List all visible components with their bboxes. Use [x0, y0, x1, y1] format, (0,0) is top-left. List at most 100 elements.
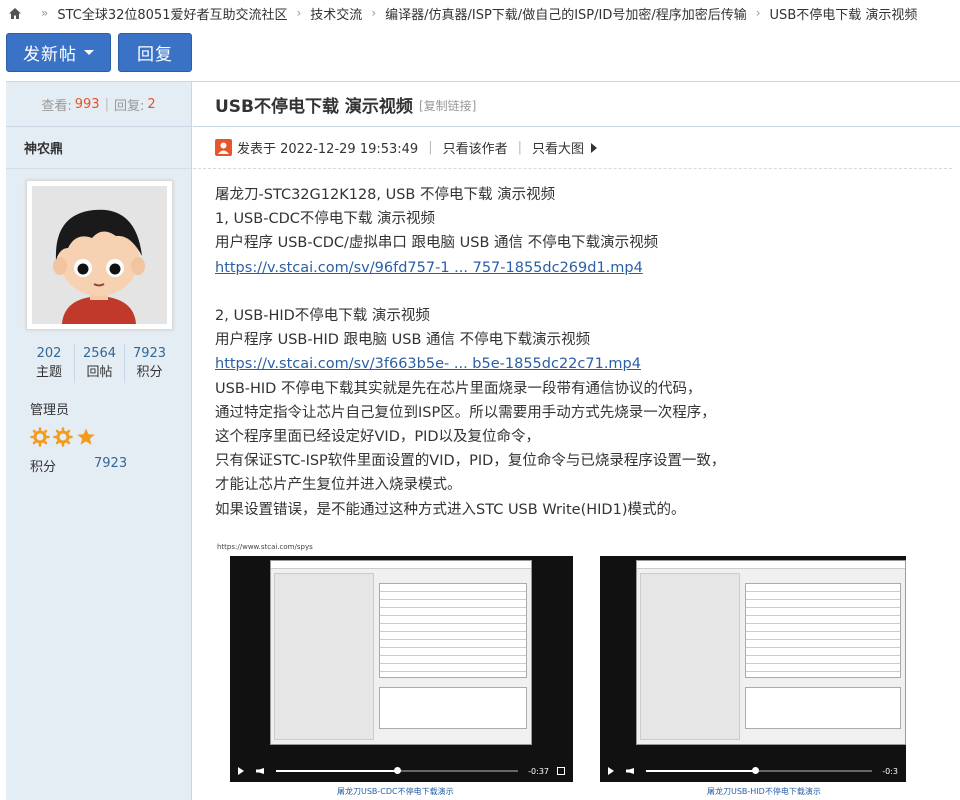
post-time: 发表于 2022-12-29 19:53:49 [237, 142, 419, 157]
avatar-image [32, 186, 167, 324]
avatar[interactable] [26, 180, 173, 330]
stat-label: 积分 [136, 365, 163, 380]
author-credits: 积分 7923 [30, 456, 191, 475]
stat-value: 202 [36, 346, 62, 361]
reply-button[interactable]: 回复 [118, 32, 192, 72]
isp-window [270, 560, 532, 745]
isp-settings-panel [640, 573, 740, 740]
post-line: 屠龙刀-STC32G12K128, USB 不停电下载 演示视频 [215, 187, 556, 203]
post-content: 屠龙刀-STC32G12K128, USB 不停电下载 演示视频 1, USB-… [193, 169, 960, 522]
author-name[interactable]: 神农鼎 [6, 127, 191, 169]
copy-link-button[interactable]: [复制链接] [419, 97, 476, 114]
video-player-hid[interactable]: -0:3 [600, 556, 906, 782]
isp-window-titlebar [637, 561, 905, 569]
seek-knob[interactable] [394, 767, 402, 774]
seek-knob[interactable] [751, 767, 759, 774]
views-count: 993 [74, 96, 100, 112]
sun-icon [53, 427, 73, 447]
star-icon [77, 428, 95, 445]
views-label: 查看: [41, 98, 72, 114]
seek-fill [646, 770, 755, 772]
stats-divider: | [104, 96, 109, 112]
meta-divider: | [428, 140, 433, 155]
video-controls: -0:37 [230, 760, 573, 782]
stat-value: 7923 [132, 346, 167, 361]
volume-icon[interactable] [256, 768, 264, 774]
post-line: 只有保证STC-ISP软件里面设置的VID，PID，复位命令与已烧录程序设置一致… [215, 453, 726, 470]
seek-bar[interactable] [646, 767, 873, 774]
breadcrumb-separator: › [755, 6, 761, 20]
post-meta: 发表于 2022-12-29 19:53:49 | 只看该作者 | 只看大图 [193, 127, 952, 169]
play-icon[interactable] [238, 767, 244, 775]
video-link-cdc[interactable]: https://v.stcai.com/sv/96fd757-1 ... 757… [215, 260, 643, 276]
author-stats: 202 主题 2564 回帖 7923 积分 [6, 344, 191, 383]
video-caption-cdc[interactable]: 屠龙刀USB-CDC不停电下载演示 [337, 786, 454, 797]
video-time: -0:3 [882, 766, 898, 776]
home-icon[interactable] [8, 7, 22, 20]
only-author-link[interactable]: 只看该作者 [443, 138, 508, 157]
post-line: 2, USB-HID不停电下载 演示视频 [215, 308, 430, 324]
reply-label: 回复 [137, 44, 173, 65]
fullscreen-icon[interactable] [557, 767, 565, 775]
rank-icons [30, 427, 191, 447]
breadcrumb-separator: › [296, 6, 302, 20]
stat-posts[interactable]: 2564 回帖 [74, 344, 124, 383]
isp-window-titlebar [271, 561, 531, 569]
thread-title: USB不停电下载 演示视频 [215, 96, 413, 117]
isp-hex-grid [379, 583, 527, 678]
video-link-hid[interactable]: https://v.stcai.com/sv/3f663b5e- ... b5e… [215, 356, 641, 372]
author-role[interactable]: 管理员 [30, 399, 191, 418]
breadcrumb-subforum[interactable]: 编译器/仿真器/ISP下载/做自己的ISP/ID号加密/程序加密后传输 [385, 4, 747, 23]
thread-title-row: USB不停电下载 演示视频 [复制链接] [193, 82, 960, 127]
isp-settings-panel [274, 573, 374, 740]
post-line: 才能让芯片产生复位并进入烧录模式。 [215, 477, 462, 494]
play-icon[interactable] [608, 767, 614, 775]
credits-label: 积分 [30, 460, 57, 475]
new-post-button[interactable]: 发新帖 [6, 32, 111, 72]
meta-divider: | [517, 140, 522, 155]
new-post-label: 发新帖 [23, 44, 77, 65]
post-line: 这个程序里面已经设定好VID，PID以及复位命令， [215, 429, 541, 446]
replies-count: 2 [147, 96, 156, 112]
big-image-link[interactable]: 只看大图 [532, 138, 584, 157]
video-controls: -0:3 [600, 760, 906, 782]
post-main: USB不停电下载 演示视频 [复制链接] 发表于 2022-12-29 19:5… [193, 82, 960, 800]
isp-log [379, 687, 527, 729]
post-line: 用户程序 USB-HID 跟电脑 USB 通信 不停电下载演示视频 [215, 332, 591, 349]
author-sidebar: 查看: 993 | 回复: 2 神农鼎 202 主题 2564 回帖 7923 … [6, 82, 192, 800]
post-line: 1, USB-CDC不停电下载 演示视频 [215, 211, 435, 228]
credits-value: 7923 [94, 456, 128, 471]
replies-label: 回复: [113, 98, 145, 114]
post-line: 通过特定指令让芯片自己复位到ISP区。所以需要用手动方式先烧录一次程序， [215, 404, 716, 421]
breadcrumb-thread[interactable]: USB不停电下载 演示视频 [770, 4, 918, 23]
post-attachment-image[interactable]: https://www.stcai.com/spys -0:37 -0:3 屠龙… [215, 543, 906, 800]
breadcrumb-forum[interactable]: STC全球32位8051爱好者互助交流社区 [57, 4, 287, 23]
thread-toolbar: 发新帖 回复 [0, 26, 960, 78]
online-status-icon [215, 139, 232, 156]
stat-label: 主题 [35, 365, 62, 380]
stat-credits[interactable]: 7923 积分 [124, 344, 174, 383]
seek-fill [276, 770, 398, 772]
thread-stats: 查看: 993 | 回复: 2 [6, 82, 191, 127]
stat-topics[interactable]: 202 主题 [24, 344, 74, 383]
sun-icon [30, 427, 50, 447]
video-caption-hid[interactable]: 屠龙刀USB-HID不停电下载演示 [707, 786, 821, 797]
isp-log [745, 687, 901, 729]
video-time: -0:37 [528, 766, 549, 776]
video-player-cdc[interactable]: -0:37 [230, 556, 573, 782]
stat-value: 2564 [82, 346, 117, 361]
volume-icon[interactable] [626, 768, 634, 774]
post-line: USB-HID 不停电下载其实就是先在芯片里面烧录一段带有通信协议的代码， [215, 380, 702, 397]
post-line: 用户程序 USB-CDC/虚拟串口 跟电脑 USB 通信 不停电下载演示视频 [215, 235, 659, 252]
breadcrumb-separator: » [41, 6, 49, 20]
attachment-url: https://www.stcai.com/spys [217, 543, 313, 551]
seek-bar[interactable] [276, 767, 519, 774]
post-line: 如果设置错误，是不能通过这种方式进入STC USB Write(HID1)模式的… [215, 501, 686, 518]
thread-container: 查看: 993 | 回复: 2 神农鼎 202 主题 2564 回帖 7923 … [6, 81, 960, 800]
breadcrumb-separator: › [371, 6, 377, 20]
chevron-down-icon [84, 49, 94, 55]
isp-hex-grid [745, 583, 901, 678]
play-triangle-icon[interactable] [591, 142, 598, 153]
breadcrumb-section[interactable]: 技术交流 [310, 4, 362, 23]
isp-window [636, 560, 906, 745]
